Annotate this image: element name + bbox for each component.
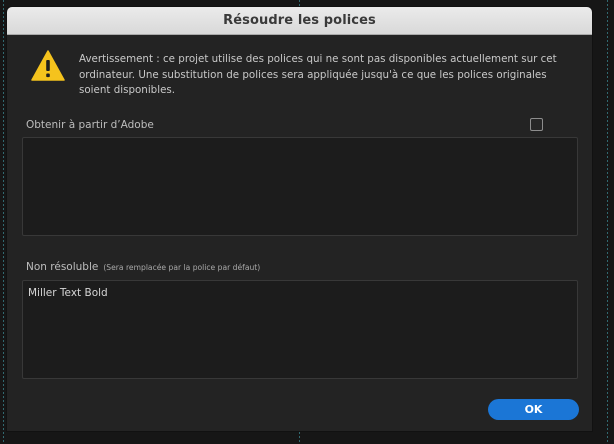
ok-button[interactable]: OK — [488, 399, 579, 420]
warning-message: Avertissement : ce projet utilise des po… — [31, 49, 572, 99]
unresolved-section-label: Non résoluble (Sera remplacée par la poli… — [26, 261, 260, 273]
unresolved-section-note: (Sera remplacée par la police par défaut… — [103, 263, 261, 272]
adobe-section-title: Obtenir à partir d’Adobe — [26, 119, 154, 131]
warning-icon — [31, 50, 65, 81]
adobe-select-all-checkbox[interactable] — [530, 118, 543, 131]
dialog-title: Résoudre les polices — [223, 13, 376, 28]
unresolved-fonts-list[interactable]: Miller Text Bold — [22, 280, 578, 379]
list-item[interactable]: Miller Text Bold — [28, 287, 108, 299]
unresolved-section-title: Non résoluble — [26, 261, 99, 273]
warning-text: Avertissement : ce projet utilise des po… — [79, 53, 557, 96]
adobe-section-label: Obtenir à partir d’Adobe — [26, 119, 154, 131]
resolve-fonts-dialog: Résoudre les polices Avertissement : ce … — [6, 6, 593, 432]
dialog-titlebar[interactable]: Résoudre les polices — [7, 7, 592, 35]
guide-line-right — [607, 0, 608, 444]
adobe-fonts-list[interactable] — [22, 137, 578, 236]
guide-line-left — [3, 0, 4, 444]
